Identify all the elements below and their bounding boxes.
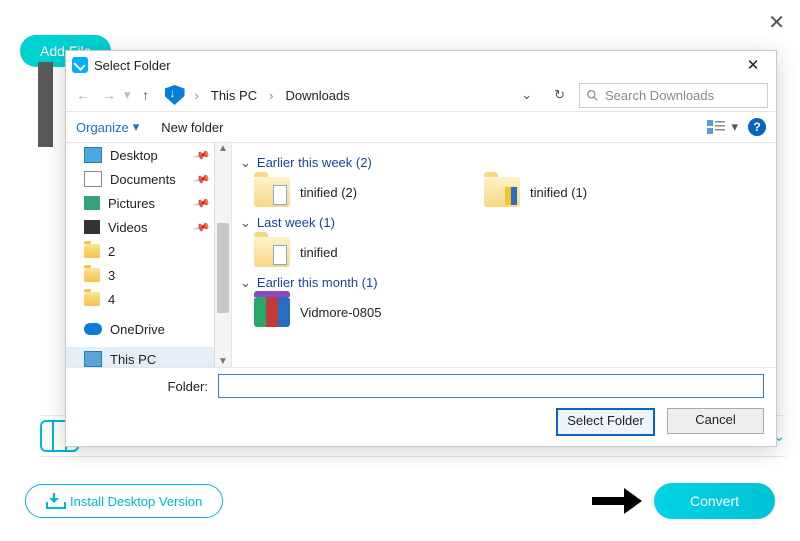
help-icon[interactable]: ?	[748, 118, 766, 136]
organize-menu[interactable]: Organize ▾	[76, 119, 139, 135]
folder-icon	[254, 297, 290, 327]
nav-back-icon[interactable]: ←	[72, 87, 94, 103]
folder-icon	[84, 292, 100, 306]
sidebar-item-videos[interactable]: Videos📌	[66, 215, 231, 239]
sidebar: Desktop📌 Documents📌 Pictures📌 Videos📌 2 …	[66, 143, 232, 367]
path-dropdown-icon[interactable]: ⌄	[513, 83, 540, 107]
toolbar: Organize ▾ New folder ▾ ?	[66, 111, 776, 143]
chevron-down-icon: ⌄	[240, 215, 251, 231]
chevron-down-icon: ⌄	[240, 275, 251, 291]
folder-icon	[254, 177, 290, 207]
nav-sep: ▾	[124, 87, 131, 103]
breadcrumb-folder[interactable]: Downloads	[279, 86, 355, 105]
sidebar-item-folder[interactable]: 2	[66, 239, 231, 263]
videos-icon	[84, 220, 100, 234]
sidebar-item-folder[interactable]: 3	[66, 263, 231, 287]
sidebar-item-desktop[interactable]: Desktop📌	[66, 143, 231, 167]
app-logo-icon	[72, 57, 88, 73]
sidebar-item-this-pc[interactable]: This PC	[66, 347, 231, 367]
app-close-icon[interactable]: ✕	[768, 10, 785, 35]
select-folder-button[interactable]: Select Folder	[556, 408, 655, 436]
sidebar-item-documents[interactable]: Documents📌	[66, 167, 231, 191]
breadcrumb-root[interactable]: This PC	[205, 86, 263, 105]
scrollbar-thumb[interactable]	[217, 223, 229, 313]
pictures-icon	[84, 196, 100, 210]
folder-input[interactable]	[218, 374, 764, 398]
dialog-footer: Folder: Select Folder Cancel	[66, 367, 776, 446]
search-input[interactable]: Search Downloads	[579, 83, 768, 108]
download-icon	[46, 493, 62, 509]
downloads-shield-icon	[165, 85, 185, 105]
dialog-title: Select Folder	[94, 58, 171, 73]
view-options[interactable]: ▾	[707, 119, 738, 135]
folder-icon	[84, 268, 100, 282]
decorative-block	[38, 62, 53, 147]
folder-item[interactable]: tinified (1)	[484, 177, 694, 207]
chevron-down-icon: ⌄	[240, 155, 251, 171]
folder-label: Folder:	[78, 379, 208, 394]
chevron-right-icon[interactable]: ›	[269, 88, 273, 103]
folder-item[interactable]: tinified	[254, 237, 464, 267]
chevron-down-icon: ▾	[731, 119, 738, 135]
group-header[interactable]: ⌄Earlier this month (1)	[240, 275, 764, 291]
chevron-down-icon: ▾	[133, 119, 140, 135]
nav-row: ← → ▾ ↑ › This PC › Downloads ⌄ ↻ Search…	[66, 79, 776, 111]
folder-item[interactable]: Vidmore-0805	[254, 297, 464, 327]
group-header[interactable]: ⌄Last week (1)	[240, 215, 764, 231]
install-desktop-button[interactable]: Install Desktop Version	[25, 484, 223, 518]
folder-icon	[254, 237, 290, 267]
desktop-icon	[84, 147, 102, 163]
pin-icon: 📌	[193, 218, 211, 236]
arrow-right-icon	[592, 492, 642, 510]
dialog-titlebar: Select Folder ✕	[66, 51, 776, 79]
view-icon	[707, 120, 725, 134]
sidebar-item-folder[interactable]: 4	[66, 287, 231, 311]
pin-icon: 📌	[193, 194, 211, 212]
sidebar-scrollbar[interactable]: ▲ ▼	[214, 143, 231, 367]
search-icon	[586, 89, 599, 102]
pin-icon: 📌	[193, 146, 211, 164]
chevron-right-icon[interactable]: ›	[195, 88, 199, 103]
content-area: ⌄Earlier this week (2) tinified (2) tini…	[232, 143, 776, 367]
pc-icon	[84, 351, 102, 367]
nav-up-icon[interactable]: ↑	[135, 87, 157, 103]
folder-icon	[484, 177, 520, 207]
cancel-button[interactable]: Cancel	[667, 408, 764, 434]
refresh-icon[interactable]: ↻	[544, 83, 575, 107]
pin-icon: 📌	[193, 170, 211, 188]
close-icon[interactable]: ✕	[736, 56, 770, 74]
select-folder-dialog: Select Folder ✕ ← → ▾ ↑ › This PC › Down…	[65, 50, 777, 447]
document-icon	[84, 171, 102, 187]
new-folder-button[interactable]: New folder	[161, 120, 223, 135]
folder-item[interactable]: tinified (2)	[254, 177, 464, 207]
nav-forward-icon[interactable]: →	[98, 87, 120, 103]
scroll-down-icon[interactable]: ▼	[215, 356, 231, 367]
onedrive-icon	[84, 323, 102, 335]
scroll-up-icon[interactable]: ▲	[215, 143, 231, 154]
sidebar-item-pictures[interactable]: Pictures📌	[66, 191, 231, 215]
sidebar-item-onedrive[interactable]: OneDrive	[66, 317, 231, 341]
group-header[interactable]: ⌄Earlier this week (2)	[240, 155, 764, 171]
folder-icon	[84, 244, 100, 258]
convert-button[interactable]: Convert	[654, 483, 775, 519]
